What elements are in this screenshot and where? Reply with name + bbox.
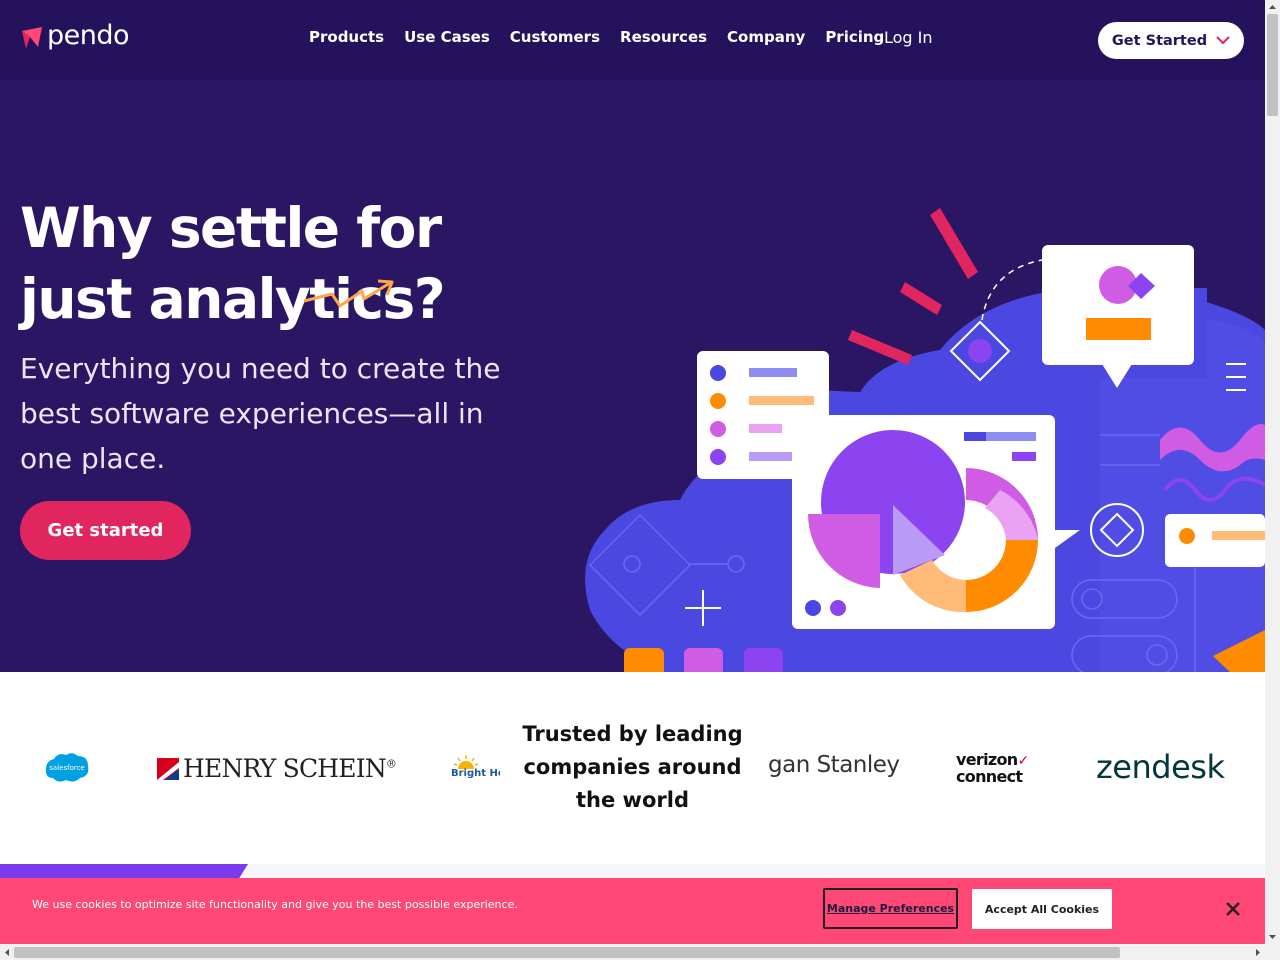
get-started-nav-label: Get Started <box>1111 32 1208 49</box>
horizontal-scrollbar[interactable] <box>0 945 1280 960</box>
henry-schein-flag-icon <box>157 757 179 780</box>
nav-link-customers[interactable]: Customers <box>510 28 600 46</box>
vertical-scroll-thumb[interactable] <box>1267 14 1278 116</box>
svg-text:salesforce: salesforce <box>49 764 84 772</box>
henry-schein-text: HENRY SCHEIN® <box>183 754 397 783</box>
bright-horizons-text: Bright Hor <box>451 768 500 779</box>
nav-links: Products Use Cases Customers Resources C… <box>299 28 894 46</box>
login-link[interactable]: Log In <box>884 28 933 47</box>
accept-all-cookies-button[interactable]: Accept All Cookies <box>972 889 1112 929</box>
hero-section: Why settle for just analytics? Everythin… <box>0 80 1265 672</box>
vertical-scrollbar[interactable] <box>1265 0 1280 945</box>
hero-subtitle: Everything you need to create the best s… <box>20 352 501 475</box>
chevron-down-icon <box>1216 36 1230 45</box>
bright-horizons-logo: Bright Hor <box>450 754 500 784</box>
morgan-stanley-logo: gan Stanley <box>768 752 900 778</box>
henry-schein-logo: HENRY SCHEIN® <box>157 754 397 783</box>
nav-link-products[interactable]: Products <box>309 28 384 46</box>
scroll-down-arrow-icon[interactable] <box>1265 931 1280 943</box>
scroll-left-arrow-icon[interactable] <box>1 945 13 960</box>
horizontal-scroll-thumb[interactable] <box>14 947 1120 958</box>
pendo-logo-icon <box>22 26 42 49</box>
hero-get-started-button[interactable]: Get started <box>20 501 191 560</box>
nav-link-resources[interactable]: Resources <box>620 28 707 46</box>
scroll-right-arrow-icon[interactable] <box>1252 945 1264 960</box>
close-icon[interactable] <box>1222 898 1244 920</box>
arrow-scribble-icon <box>303 279 394 308</box>
nav-link-company[interactable]: Company <box>727 28 805 46</box>
scroll-up-arrow-icon[interactable] <box>1265 1 1280 13</box>
cookie-text: We use cookies to optimize site function… <box>32 898 518 911</box>
logo-text: pendo <box>47 20 130 51</box>
connect-text: connect <box>956 767 1023 786</box>
get-started-nav-button[interactable]: Get Started <box>1098 22 1244 59</box>
hero-title: Why settle for just analytics? <box>20 196 446 331</box>
salesforce-logo: salesforce <box>45 753 89 782</box>
cookie-banner: We use cookies to optimize site function… <box>0 878 1265 944</box>
nav-link-pricing[interactable]: Pricing <box>825 28 884 46</box>
manage-preferences-button[interactable]: Manage Preferences <box>823 888 958 929</box>
page: pendo Products Use Cases Customers Resou… <box>0 0 1280 960</box>
top-nav: pendo Products Use Cases Customers Resou… <box>0 0 1265 80</box>
zendesk-logo: zendesk <box>1096 748 1225 786</box>
pendo-logo[interactable]: pendo <box>20 20 130 51</box>
verizon-connect-logo: verizon✓ connect <box>956 752 1029 786</box>
nav-link-use-cases[interactable]: Use Cases <box>404 28 490 46</box>
trusted-by-text: Trusted by leading companies around the … <box>522 722 743 812</box>
customer-logos-section: salesforce HENRY SCHEIN® Bright Hor Trus… <box>0 672 1265 864</box>
